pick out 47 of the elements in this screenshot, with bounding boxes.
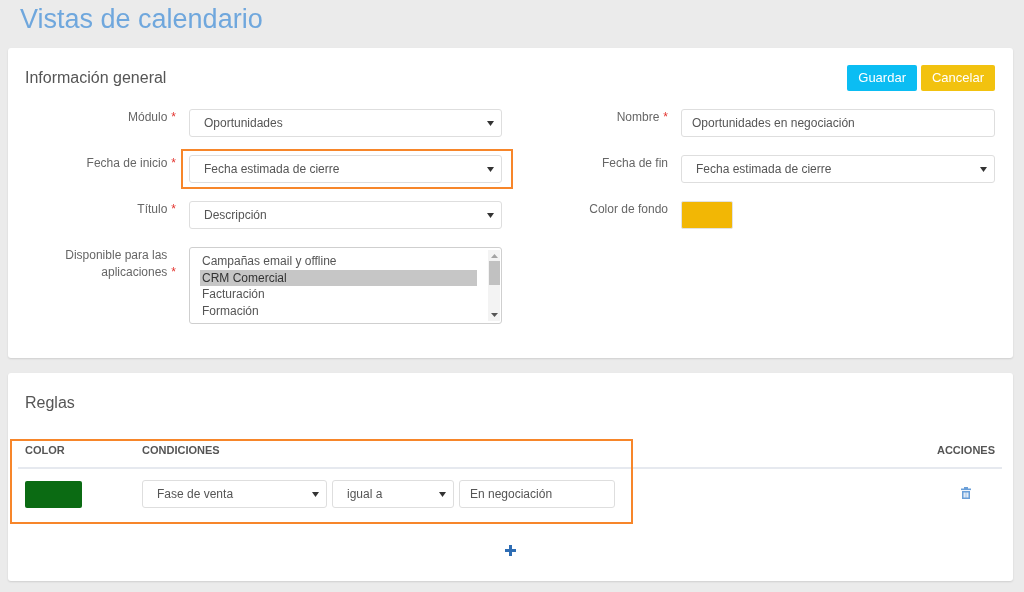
list-option[interactable]: Campañas email y offline [200, 253, 477, 270]
field-label: Nombre [616, 109, 660, 126]
required-mark: * [171, 110, 176, 124]
scrollbar[interactable] [488, 250, 500, 321]
color-swatch[interactable] [25, 480, 82, 508]
scrollbar-thumb[interactable] [488, 261, 500, 285]
field-label: Módulo [127, 109, 168, 126]
scroll-down-icon [490, 313, 498, 317]
list-option[interactable]: Formación [200, 302, 477, 319]
caret-icon [439, 491, 446, 497]
page-title: Vistas de calendario [20, 4, 263, 34]
required-mark: * [171, 156, 176, 170]
select-field[interactable]: Fecha estimada de cierre [681, 155, 995, 183]
required-mark: * [171, 265, 176, 279]
select-field[interactable]: Fase de venta [142, 480, 327, 508]
caret-icon [980, 166, 987, 172]
select-field[interactable]: igual a [332, 480, 454, 508]
field-label: Color de fondo [589, 201, 668, 218]
caret-icon [312, 491, 319, 497]
scroll-up-icon [490, 254, 498, 258]
field-label: Disponible para las aplicaciones [64, 247, 168, 281]
section-title: Información general [25, 68, 167, 88]
field-label: Título [137, 201, 168, 218]
field-label: Fecha de fin [601, 155, 668, 172]
required-mark: * [663, 110, 668, 124]
column-header: CONDICIONES [135, 437, 930, 468]
list-option[interactable]: CRM Comercial [200, 269, 477, 286]
select-field[interactable]: Oportunidades [189, 109, 502, 137]
field-label: Fecha de inicio [86, 155, 168, 172]
color-swatch[interactable] [681, 201, 733, 229]
caret-icon [487, 166, 494, 172]
text-field[interactable]: En negociación [459, 480, 615, 508]
listbox-field[interactable]: Campañas email y offline CRM Comercial Facturación Formación [189, 247, 502, 324]
column-header: COLOR [18, 437, 135, 468]
text-field[interactable]: Oportunidades en negociación [681, 109, 995, 137]
select-field[interactable]: Descripción [189, 201, 502, 229]
caret-icon [487, 120, 494, 126]
column-header: ACCIONES [929, 437, 1002, 468]
delete-rule-button[interactable] [960, 487, 971, 499]
caret-icon [487, 212, 494, 218]
add-rule-button[interactable] [504, 545, 516, 556]
select-field[interactable]: Fecha estimada de cierre [189, 155, 502, 183]
plus-icon [504, 545, 516, 556]
required-mark: * [171, 202, 176, 216]
trash-icon [960, 487, 971, 499]
list-option[interactable]: Facturación [200, 286, 477, 303]
section-title: Reglas [25, 393, 76, 413]
